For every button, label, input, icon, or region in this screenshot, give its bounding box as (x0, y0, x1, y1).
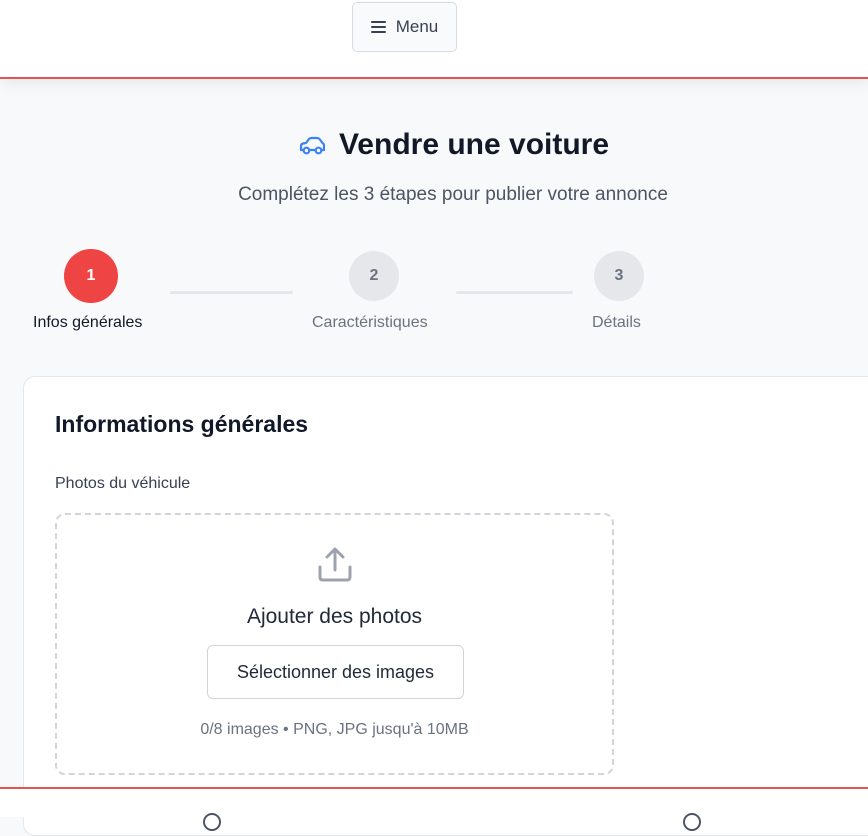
upload-title: Ajouter des photos (246, 605, 423, 628)
step-1-circle[interactable]: 1 (64, 249, 118, 303)
step-connector-1 (170, 291, 293, 294)
bottom-nav-icon-right[interactable] (683, 813, 701, 831)
car-icon (299, 136, 326, 155)
top-header: Menu (0, 0, 868, 79)
bottom-navigation (0, 787, 868, 831)
photo-dropzone[interactable]: Ajouter des photos Sélectionner des imag… (55, 513, 614, 775)
select-images-button[interactable]: Sélectionner des images (207, 645, 464, 699)
bottom-nav-icon-left[interactable] (203, 813, 221, 831)
menu-button[interactable]: Menu (352, 2, 457, 52)
page-title: Vendre une voiture (338, 128, 610, 161)
step-3-circle[interactable]: 3 (594, 251, 644, 301)
step-1-label: Infos générales (33, 314, 143, 331)
page-subtitle: Complétez les 3 étapes pour publier votr… (238, 184, 668, 205)
step-connector-2 (456, 291, 573, 294)
upload-icon (318, 547, 352, 582)
form-card: Informations générales Photos du véhicul… (23, 376, 868, 836)
photos-label: Photos du véhicule (55, 475, 191, 492)
section-title: Informations générales (55, 411, 309, 437)
hamburger-icon (370, 21, 386, 33)
page-title-row: Vendre une voiture (0, 128, 868, 162)
step-2-circle[interactable]: 2 (349, 251, 399, 301)
step-3-label: Détails (592, 314, 641, 331)
step-2-label: Caractéristiques (312, 314, 428, 331)
upload-hint: 0/8 images • PNG, JPG jusqu'à 10MB (200, 721, 469, 738)
menu-button-label: Menu (395, 17, 439, 36)
